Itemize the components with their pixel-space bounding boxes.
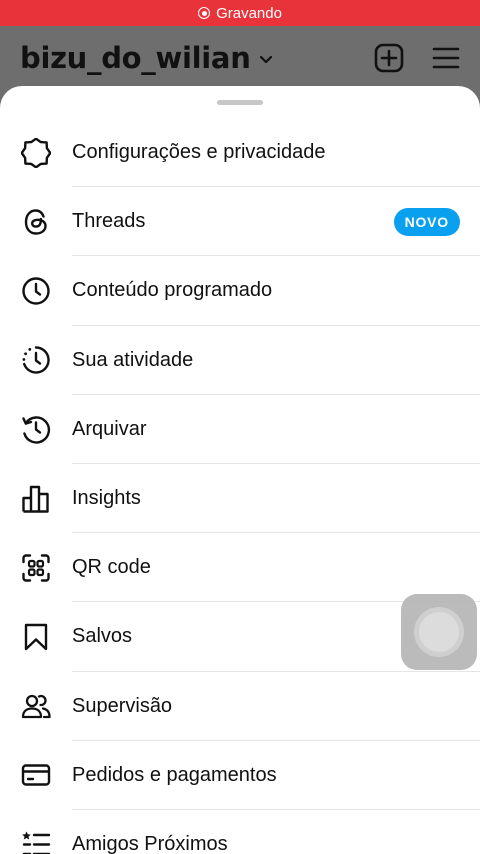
username-switcher[interactable]: bizu_do_wilian [20, 41, 251, 75]
menu-item-scheduled-content[interactable]: Conteúdo programado [0, 256, 480, 326]
menu-item-label: Configurações e privacidade [72, 141, 326, 164]
recording-indicator[interactable]: Gravando [0, 0, 480, 26]
activity-icon [20, 344, 52, 376]
assistive-touch-button[interactable] [401, 594, 477, 670]
menu-item-label: Threads [72, 210, 146, 233]
menu-item-label: Amigos Próximos [72, 832, 228, 854]
menu-item-label: QR code [72, 556, 151, 579]
bar-chart-icon [20, 483, 52, 515]
recording-label: Gravando [216, 4, 282, 22]
menu-item-insights[interactable]: Insights [0, 464, 480, 534]
hamburger-menu-icon[interactable] [432, 46, 460, 70]
bookmark-icon [20, 621, 52, 653]
threads-icon [20, 206, 52, 238]
gear-icon [20, 137, 52, 169]
chevron-down-icon[interactable] [259, 55, 273, 65]
record-icon [198, 7, 211, 19]
menu-item-label: Pedidos e pagamentos [72, 763, 277, 786]
menu-item-label: Sua atividade [72, 348, 194, 371]
menu-item-archive[interactable]: Arquivar [0, 395, 480, 465]
supervision-icon [20, 690, 52, 722]
options-menu: Configurações e privacidade Threads NOVO… [0, 118, 480, 854]
menu-item-threads[interactable]: Threads NOVO [0, 187, 480, 257]
menu-item-label: Conteúdo programado [72, 279, 273, 302]
menu-item-label: Salvos [72, 625, 133, 648]
credit-card-icon [20, 759, 52, 791]
assistive-touch-icon [419, 612, 459, 652]
menu-item-label: Insights [72, 487, 141, 510]
new-badge: NOVO [393, 207, 460, 236]
options-sheet: Configurações e privacidade Threads NOVO… [0, 86, 480, 854]
archive-history-icon [20, 413, 52, 445]
menu-item-qr-code[interactable]: QR code [0, 533, 480, 603]
qr-code-icon [20, 552, 52, 584]
menu-item-orders-payments[interactable]: Pedidos e pagamentos [0, 741, 480, 811]
profile-header: bizu_do_wilian [0, 26, 480, 90]
menu-item-close-friends[interactable]: Amigos Próximos [0, 810, 480, 854]
menu-item-supervision[interactable]: Supervisão [0, 672, 480, 741]
menu-item-settings[interactable]: Configurações e privacidade [0, 118, 480, 188]
menu-item-label: Arquivar [72, 417, 147, 440]
menu-item-label: Supervisão [72, 694, 173, 717]
sheet-grabber[interactable] [217, 100, 263, 105]
menu-item-your-activity[interactable]: Sua atividade [0, 326, 480, 395]
plus-square-icon[interactable] [374, 43, 404, 73]
close-friends-icon [20, 828, 52, 854]
clock-icon [20, 275, 52, 307]
